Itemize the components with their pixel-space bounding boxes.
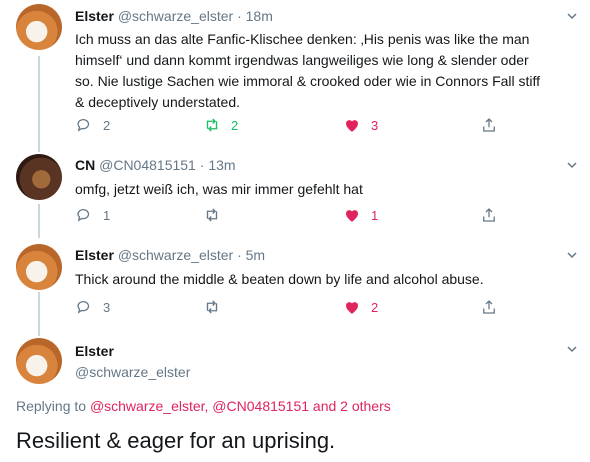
like-count: 2 (371, 299, 379, 315)
reply-count: 2 (103, 117, 111, 133)
like-button[interactable]: 1 (343, 206, 378, 224)
retweet-button[interactable] (203, 206, 221, 224)
tweet-2[interactable]: CN @CN04815151 · 13m omfg, jetzt weiß ic… (0, 148, 590, 238)
author-handle[interactable]: @schwarze_elster (118, 8, 233, 24)
timestamp[interactable]: 13m (208, 157, 235, 173)
reply-button[interactable]: 2 (75, 116, 110, 134)
share-icon (483, 300, 495, 314)
like-count: 3 (371, 117, 379, 133)
author-name[interactable]: Elster (75, 343, 114, 359)
reply-count: 3 (103, 299, 111, 315)
retweet-count: 2 (231, 117, 239, 133)
like-count: 1 (371, 207, 379, 223)
tweet-text: Thick around the middle & beaten down by… (75, 269, 575, 290)
replying-to: Replying to @schwarze_elster, @CN0481515… (16, 398, 391, 414)
share-icon (483, 208, 495, 222)
reply-button[interactable]: 1 (75, 206, 110, 224)
share-button[interactable] (480, 206, 498, 224)
reply-icon (77, 119, 90, 132)
heart-icon (346, 120, 358, 132)
chevron-down-icon[interactable] (566, 10, 578, 22)
tweet-text-line: so. Nie lustige Sachen wie immoral & cro… (75, 73, 541, 89)
separator-dot: · (237, 247, 242, 263)
replying-to-links[interactable]: @schwarze_elster, @CN04815151 and 2 othe… (90, 398, 391, 414)
author-handle[interactable]: @schwarze_elster (118, 247, 233, 263)
tweet-text: omfg, jetzt weiß ich, was mir immer gefe… (75, 179, 575, 200)
share-button[interactable] (480, 116, 498, 134)
author-name[interactable]: CN (75, 157, 95, 173)
retweet-button[interactable] (203, 298, 221, 316)
reply-icon (77, 209, 90, 222)
tweet-header: Elster @schwarze_elster · 18m (75, 8, 273, 24)
tweet-actions: 1 1 (75, 206, 575, 226)
heart-icon (346, 302, 358, 314)
separator-dot: · (237, 8, 242, 24)
reply-count: 1 (103, 207, 111, 223)
author-name[interactable]: Elster (75, 8, 114, 24)
tweet-text-line: & deceptively understated. (75, 94, 240, 110)
tweet-text: Ich muss an das alte Fanfic-Klischee den… (75, 29, 575, 113)
author-handle[interactable]: @schwarze_elster (75, 364, 190, 380)
tweet-actions: 3 2 (75, 298, 575, 318)
share-icon (483, 118, 495, 132)
heart-icon (346, 210, 358, 222)
tweet-text-line: Ich muss an das alte Fanfic-Klischee den… (75, 31, 530, 47)
separator-dot: · (199, 157, 205, 173)
chevron-down-icon[interactable] (566, 249, 578, 261)
retweet-icon (206, 208, 218, 222)
tweet-1[interactable]: Elster @schwarze_elster · 18m Ich muss a… (0, 0, 590, 148)
share-button[interactable] (480, 298, 498, 316)
replying-to-label: Replying to (16, 398, 87, 414)
chevron-down-icon[interactable] (566, 159, 578, 171)
retweet-button[interactable]: 2 (203, 116, 238, 134)
avatar[interactable] (16, 338, 62, 384)
retweet-icon (206, 118, 218, 132)
reply-button[interactable]: 3 (75, 298, 110, 316)
avatar[interactable] (16, 244, 62, 290)
tweet-text-line: Thick around the middle & beaten down by… (75, 271, 484, 287)
avatar[interactable] (16, 4, 62, 50)
reply-icon (77, 301, 90, 314)
author-handle[interactable]: @CN04815151 (99, 157, 196, 173)
tweet-header: CN @CN04815151 · 13m (75, 157, 236, 173)
like-button[interactable]: 2 (343, 298, 378, 316)
main-tweet-text: Resilient & eager for an uprising. (16, 428, 336, 453)
tweet-actions: 2 2 3 (75, 116, 575, 136)
like-button[interactable]: 3 (343, 116, 378, 134)
tweet-3[interactable]: Elster @schwarze_elster · 5m Thick aroun… (0, 238, 590, 330)
tweet-text-line: omfg, jetzt weiß ich, was mir immer gefe… (75, 181, 363, 197)
timestamp[interactable]: 5m (246, 247, 265, 263)
tweet-text-line: himself‘ und dann kommt irgendwas langwe… (75, 52, 529, 68)
tweet-header: Elster @schwarze_elster · 5m (75, 247, 265, 263)
chevron-down-icon[interactable] (566, 343, 578, 355)
author-name[interactable]: Elster (75, 247, 114, 263)
timestamp[interactable]: 18m (246, 8, 273, 24)
retweet-icon (206, 300, 218, 314)
avatar[interactable] (16, 154, 62, 200)
